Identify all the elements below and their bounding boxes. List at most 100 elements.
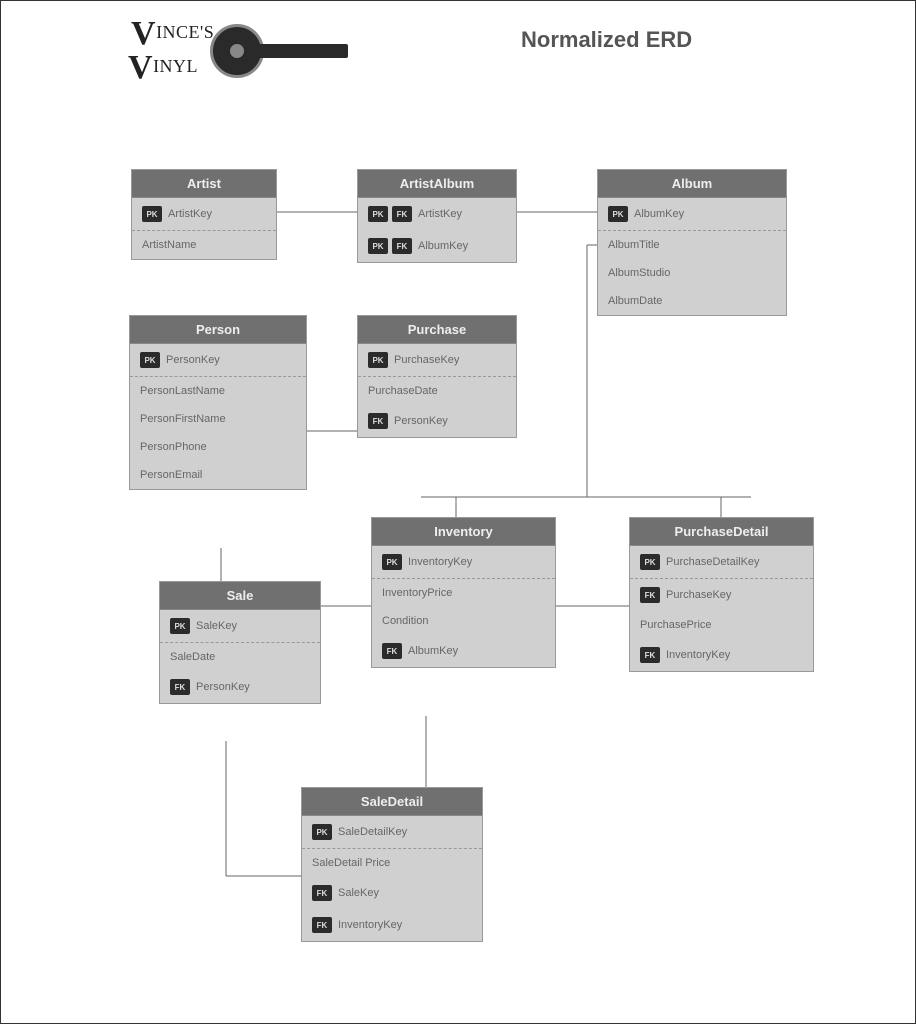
attr-list: PK InventoryKey InventoryPrice Condition FK A… [372,546,555,667]
attr-label: AlbumKey [634,208,776,220]
attr-label: PersonKey [394,415,506,427]
attr-label: AlbumDate [608,295,776,307]
attr-label: PurchasePrice [640,619,803,631]
attr-label: AlbumStudio [608,267,776,279]
entity-header: Sale [160,582,320,610]
entity-header: SaleDetail [302,788,482,816]
entity-header: Artist [132,170,276,198]
entity-person: Person PK PersonKey PersonLastName PersonFi… [129,315,307,490]
attr-list: PK PersonKey PersonLastName PersonFirstName… [130,344,306,489]
attr-label: InventoryPrice [382,587,545,599]
attr-row: PKSaleKey [160,610,320,643]
entity-artist: Artist PKArtistKey ArtistName [131,169,277,260]
entity-purchase: Purchase PK PurchaseKey PurchaseDate FK Pers… [357,315,517,438]
attr-label: PurchaseKey [666,589,803,601]
attr-list: PK AlbumKey AlbumTitle AlbumStudio AlbumDate [598,198,786,315]
attr-label: SaleDate [170,651,310,663]
entity-sale-detail: SaleDetail PK SaleDetailKey SaleDetail Pri… [301,787,483,942]
fk-badge-icon: FK [382,643,402,659]
attr-row: AlbumTitle [598,231,786,259]
attr-row: InventoryPrice [372,579,555,607]
attr-label: ArtistName [142,239,266,251]
attr-row: SaleDate [160,643,320,671]
attr-row: PersonFirstName [130,405,306,433]
attr-row: Condition [372,607,555,635]
fk-badge-icon: FK [392,206,412,222]
erd-canvas: Artist PKArtistKeyArtistName ArtistAlbum… [1,1,915,1023]
attr-label: SaleDetail Price [312,857,472,869]
pk-badge-icon: PK [312,824,332,840]
attr-label: PurchaseDetailKey [666,556,803,568]
attr-row: FKInventoryKey [302,909,482,941]
attr-row: PurchasePrice [630,611,813,639]
entity-header: Inventory [372,518,555,546]
fk-badge-icon: FK [392,238,412,254]
attr-label: AlbumKey [418,240,506,252]
entity-header: Album [598,170,786,198]
entity-album: Album PK AlbumKey AlbumTitle AlbumStudio Alb… [597,169,787,316]
attr-row: FK PersonKey [358,405,516,437]
pk-badge-icon: PK [140,352,160,368]
pk-badge-icon: PK [368,238,388,254]
attr-list: PK PurchaseDetailKey FK PurchaseKey Purchase… [630,546,813,671]
attr-label: PersonFirstName [140,413,296,425]
attr-row: PKFKArtistKey [358,198,516,230]
attr-row: PersonLastName [130,377,306,405]
pk-badge-icon: PK [368,352,388,368]
entity-artist-album: ArtistAlbum PKFK ArtistKey PKFK AlbumKey [357,169,517,263]
fk-badge-icon: FK [640,587,660,603]
fk-badge-icon: FK [312,917,332,933]
attr-label: InventoryKey [408,556,545,568]
attr-label: SaleKey [196,620,310,632]
fk-badge-icon: FK [170,679,190,695]
fk-badge-icon: FK [312,885,332,901]
entity-sale: Sale PKSaleKey SaleDate FK PersonKey [159,581,321,704]
attr-label: SaleKey [338,887,472,899]
attr-row: PK PurchaseDetailKey [630,546,813,579]
attr-list: PKSaleKey SaleDate FK PersonKey [160,610,320,703]
attr-label: ArtistKey [418,208,506,220]
fk-badge-icon: FK [368,413,388,429]
attr-row: PK SaleDetailKey [302,816,482,849]
attr-label: PersonLastName [140,385,296,397]
attr-row: PKFK AlbumKey [358,230,516,262]
attr-list: PK PurchaseKey PurchaseDate FK PersonKey [358,344,516,437]
attr-row: AlbumDate [598,287,786,315]
pk-badge-icon: PK [640,554,660,570]
attr-label: PersonKey [196,681,310,693]
attr-row: FK AlbumKey [372,635,555,667]
pk-badge-icon: PK [382,554,402,570]
attr-label: PurchaseDate [368,385,506,397]
attr-row: PK InventoryKey [372,546,555,579]
attr-row: FKInventoryKey [630,639,813,671]
attr-row: SaleDetail Price [302,849,482,877]
attr-row: PKArtistKey [132,198,276,231]
pk-badge-icon: PK [608,206,628,222]
attr-label: PersonKey [166,354,296,366]
attr-label: AlbumTitle [608,239,776,251]
attr-row: FK SaleKey [302,877,482,909]
attr-row: PK PersonKey [130,344,306,377]
attr-list: PKArtistKey ArtistName [132,198,276,259]
attr-label: PurchaseKey [394,354,506,366]
attr-list: PKFK ArtistKey PKFK AlbumKey [358,198,516,262]
entity-header: Purchase [358,316,516,344]
attr-label: Condition [382,615,545,627]
attr-row: PurchaseDate [358,377,516,405]
entity-header: Person [130,316,306,344]
attr-label: AlbumKey [408,645,545,657]
entity-purchase-detail: PurchaseDetail PK PurchaseDetailKey FK Purc… [629,517,814,672]
attr-row: AlbumStudio [598,259,786,287]
attr-row: ArtistName [132,231,276,259]
attr-label: ArtistKey [168,208,266,220]
attr-list: PK SaleDetailKey SaleDetail Price FK SaleKey… [302,816,482,941]
attr-row: PersonPhone [130,433,306,461]
attr-label: PersonEmail [140,469,296,481]
attr-row: PersonEmail [130,461,306,489]
attr-label: SaleDetailKey [338,826,472,838]
entity-header: ArtistAlbum [358,170,516,198]
attr-label: InventoryKey [666,649,803,661]
entity-inventory: Inventory PK InventoryKey InventoryPrice Co… [371,517,556,668]
attr-label: PersonPhone [140,441,296,453]
entity-header: PurchaseDetail [630,518,813,546]
